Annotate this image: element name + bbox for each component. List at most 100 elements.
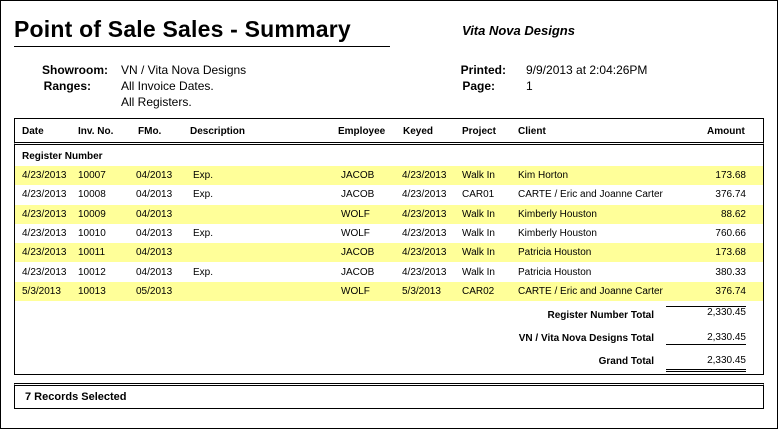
table-row: 4/23/2013 10009 04/2013 WOLF 4/23/2013 Walk I…: [15, 204, 763, 224]
grand-total-label: Grand Total: [598, 356, 654, 367]
row-client: CARTE / Eric and Joanne Carter: [518, 189, 663, 201]
row-project: Walk In: [462, 208, 495, 220]
row-client: Kimberly Houston: [518, 227, 597, 239]
row-description: Exp.: [193, 227, 214, 239]
col-employee: Employee: [338, 126, 386, 137]
row-fmo: 04/2013: [136, 170, 173, 181]
row-keyed: 4/23/2013: [402, 266, 447, 278]
showroom-total-label: VN / Vita Nova Designs Total: [518, 333, 654, 344]
printed-label: Printed:: [460, 63, 506, 77]
col-amount: Amount: [707, 126, 745, 137]
row-employee: JACOB: [341, 266, 375, 278]
row-description: Exp.: [193, 170, 214, 181]
row-employee: WOLF: [341, 208, 370, 220]
row-invoice: 10008: [78, 189, 106, 201]
row-keyed: 4/23/2013: [402, 247, 447, 259]
records-count: 7 Records Selected: [25, 391, 127, 403]
row-fmo: 04/2013: [136, 266, 173, 278]
table-row: 4/23/2013 10012 04/2013 Exp. JACOB 4/23/2013 W…: [15, 263, 763, 282]
row-project: CAR02: [462, 285, 495, 297]
row-amount: 760.66: [715, 227, 746, 239]
row-invoice: 10011: [78, 247, 106, 259]
row-invoice: 10007: [78, 170, 106, 181]
table-row: 4/23/2013 10011 04/2013 JACOB 4/23/2013 Walk …: [15, 243, 763, 263]
row-fmo: 04/2013: [136, 189, 173, 201]
ranges-value-registers: All Registers.: [121, 95, 192, 109]
table-row: 4/23/2013 10008 04/2013 Exp. JACOB 4/23/2013 C…: [15, 185, 763, 204]
page-value: 1: [526, 79, 533, 93]
row-invoice: 10013: [78, 285, 106, 297]
row-amount: 376.74: [715, 189, 746, 201]
ranges-value-dates: All Invoice Dates.: [121, 79, 214, 93]
col-fmo: FMo.: [138, 126, 162, 137]
row-date: 4/23/2013: [22, 189, 67, 201]
row-date: 4/23/2013: [22, 170, 67, 181]
showroom-total-value: 2,330.45: [707, 332, 746, 343]
row-amount: 376.74: [715, 285, 746, 297]
row-client: Patricia Houston: [518, 266, 592, 278]
row-employee: JACOB: [341, 170, 375, 181]
showroom-value: VN / Vita Nova Designs: [121, 63, 247, 77]
row-fmo: 04/2013: [136, 227, 173, 239]
row-keyed: 5/3/2013: [402, 285, 441, 297]
row-employee: JACOB: [341, 247, 375, 259]
row-description: Exp.: [193, 266, 214, 278]
report-criteria: Showroom: VN / Vita Nova Designs Ranges:…: [0, 62, 400, 112]
row-employee: WOLF: [341, 227, 370, 239]
showroom-label: Showroom:: [42, 63, 108, 77]
showroom-total-rule: [666, 344, 746, 345]
group-header: Register Number: [22, 151, 103, 162]
row-date: 5/3/2013: [22, 285, 61, 297]
records-footer: 7 Records Selected: [14, 383, 764, 409]
row-project: CAR01: [462, 189, 495, 201]
row-description: Exp.: [193, 189, 214, 201]
row-amount: 380.33: [715, 266, 746, 278]
col-description: Description: [190, 126, 246, 137]
ranges-label: Ranges:: [43, 79, 91, 93]
table-row: 4/23/2013 10007 04/2013 Exp. JACOB 4/23/2013 W…: [15, 166, 763, 185]
col-project: Project: [462, 126, 496, 137]
grand-total-value: 2,330.45: [707, 355, 746, 366]
row-project: Walk In: [462, 227, 495, 239]
row-keyed: 4/23/2013: [402, 170, 447, 181]
col-client: Client: [518, 126, 546, 137]
row-date: 4/23/2013: [22, 266, 67, 278]
printed-value: 9/9/2013 at 2:04:26PM: [526, 63, 648, 77]
row-client: Kimberly Houston: [518, 208, 597, 220]
row-client: CARTE / Eric and Joanne Carter: [518, 285, 663, 297]
table-row: 5/3/2013 10013 05/2013 WOLF 5/3/2013 CAR02 CAR…: [15, 281, 763, 301]
row-invoice: 10010: [78, 227, 106, 239]
register-total-label: Register Number Total: [547, 310, 655, 321]
row-keyed: 4/23/2013: [402, 208, 447, 220]
row-amount: 173.68: [715, 170, 746, 181]
register-total-value: 2,330.45: [707, 307, 746, 318]
row-keyed: 4/23/2013: [402, 227, 447, 239]
row-project: Walk In: [462, 266, 495, 278]
row-date: 4/23/2013: [22, 247, 67, 259]
company-name: Vita Nova Designs: [462, 23, 575, 38]
row-keyed: 4/23/2013: [402, 189, 447, 201]
col-date: Date: [22, 126, 44, 137]
row-fmo: 04/2013: [136, 208, 173, 220]
row-project: Walk In: [462, 170, 495, 181]
row-invoice: 10012: [78, 266, 106, 278]
row-fmo: 04/2013: [136, 247, 173, 259]
row-client: Kim Horton: [518, 170, 569, 181]
row-amount: 173.68: [715, 247, 746, 259]
row-date: 4/23/2013: [22, 227, 67, 239]
title-underline: [14, 46, 390, 47]
row-fmo: 05/2013: [136, 285, 173, 297]
table-row: 4/23/2013 10010 04/2013 Exp. WOLF 4/23/2013 Wa…: [15, 224, 763, 243]
col-inv-no: Inv. No.: [78, 126, 114, 137]
print-info: Printed: 9/9/2013 at 2:04:26PM Page: 1: [440, 62, 740, 96]
row-date: 4/23/2013: [22, 208, 67, 220]
row-project: Walk In: [462, 247, 495, 259]
page-label: Page:: [462, 79, 495, 93]
grand-total-rule: [666, 369, 746, 372]
row-client: Patricia Houston: [518, 247, 592, 259]
table-header: [14, 118, 764, 145]
col-keyed: Keyed: [403, 126, 434, 137]
report-title: Point of Sale Sales - Summary: [14, 16, 351, 42]
row-employee: WOLF: [341, 285, 370, 297]
row-amount: 88.62: [720, 208, 746, 220]
